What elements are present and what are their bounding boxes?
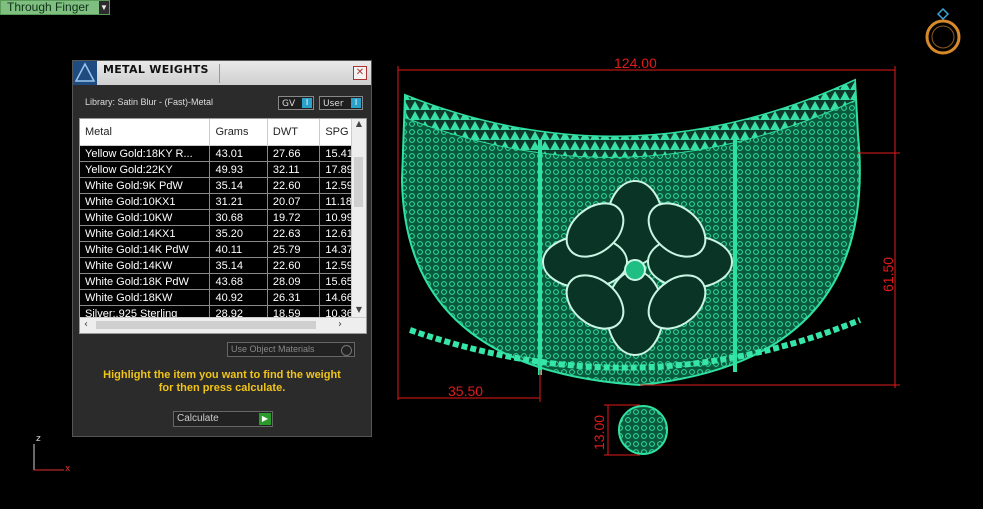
dim-small: 13.00 (591, 415, 607, 450)
play-arrow-icon: ▶ (259, 413, 271, 425)
instruction-line-1: Highlight the item you want to find the … (103, 369, 341, 381)
table-row[interactable]: Yellow Gold:22KY 49.93 32.11 17.89 (80, 161, 366, 178)
table-row[interactable]: White Gold:14K PdW 40.11 25.79 14.37 (80, 241, 366, 258)
scroll-right-icon[interactable]: › (338, 319, 342, 330)
instruction-text: Highlight the item you want to find the … (73, 369, 371, 395)
dim-height: 61.50 (880, 257, 896, 292)
table-row[interactable]: White Gold:9K PdW 35.14 22.60 12.59 (80, 177, 366, 194)
cell-metal[interactable]: Yellow Gold:18KY R... (80, 145, 211, 162)
toggle-knob-icon: I (351, 98, 361, 108)
cell-metal[interactable]: White Gold:18KW (80, 289, 211, 306)
user-toggle-label: User (323, 99, 344, 109)
cell-metal[interactable]: White Gold:14K PdW (80, 241, 211, 258)
close-icon[interactable]: ✕ (353, 66, 367, 80)
col-header-grams[interactable]: Grams (209, 119, 268, 146)
calculate-button[interactable]: Calculate ▶ (173, 411, 273, 427)
horizontal-scrollbar[interactable]: ‹ › (80, 317, 366, 333)
cell-grams[interactable]: 35.14 (209, 257, 268, 274)
table-row[interactable]: White Gold:18K PdW 43.68 28.09 15.65 (80, 273, 366, 290)
table-row[interactable]: Yellow Gold:18KY R... 43.01 27.66 15.41 (80, 145, 366, 162)
table-row[interactable]: White Gold:18KW 40.92 26.31 14.66 (80, 289, 366, 306)
table-row[interactable]: White Gold:14KX1 35.20 22.63 12.61 (80, 225, 366, 242)
panel-titlebar[interactable]: METAL WEIGHTS ✕ (73, 61, 371, 85)
cell-dwt[interactable]: 19.72 (267, 209, 321, 226)
scroll-left-icon[interactable]: ‹ (84, 319, 88, 330)
toggle-knob-icon: I (302, 98, 312, 108)
axis-indicator: z x (30, 434, 80, 474)
dim-offset: 35.50 (448, 383, 483, 399)
vertical-scrollbar[interactable]: ▲ ▼ (351, 119, 366, 318)
cell-metal[interactable]: White Gold:18K PdW (80, 273, 211, 290)
cell-dwt[interactable]: 27.66 (267, 145, 321, 162)
cell-metal[interactable]: White Gold:10KX1 (80, 193, 211, 210)
cell-grams[interactable]: 31.21 (209, 193, 268, 210)
gv-toggle-label: GV (282, 99, 296, 109)
cell-dwt[interactable]: 22.60 (267, 257, 321, 274)
col-header-metal[interactable]: Metal (80, 119, 211, 146)
cell-dwt[interactable]: 28.09 (267, 273, 321, 290)
metal-table[interactable]: Metal Grams DWT SPG Yellow Gold:18KY R..… (79, 118, 367, 334)
cell-grams[interactable]: 35.14 (209, 177, 268, 194)
gv-toggle[interactable]: GV I (278, 96, 314, 110)
scroll-up-icon[interactable]: ▲ (352, 119, 366, 128)
cell-metal[interactable]: Yellow Gold:22KY (80, 161, 211, 178)
cell-grams[interactable]: 43.68 (209, 273, 268, 290)
cell-metal[interactable]: White Gold:14KX1 (80, 225, 211, 242)
cell-metal[interactable]: White Gold:14KW (80, 257, 211, 274)
calculate-label: Calculate (177, 413, 219, 424)
metal-weights-panel: METAL WEIGHTS ✕ Library: Satin Blur - (F… (72, 60, 372, 437)
table-row[interactable]: White Gold:14KW 35.14 22.60 12.59 (80, 257, 366, 274)
cell-dwt[interactable]: 20.07 (267, 193, 321, 210)
cell-dwt[interactable]: 32.11 (267, 161, 321, 178)
dim-width: 124.00 (614, 55, 657, 71)
library-label: Library: Satin Blur - (Fast)-Metal (85, 97, 214, 107)
table-row[interactable]: White Gold:10KW 30.68 19.72 10.99 (80, 209, 366, 226)
use-object-materials-toggle[interactable]: Use Object Materials (227, 342, 355, 357)
cell-dwt[interactable]: 22.63 (267, 225, 321, 242)
cell-grams[interactable]: 30.68 (209, 209, 268, 226)
axis-arrows-icon (33, 444, 64, 471)
panel-title: METAL WEIGHTS (103, 63, 209, 76)
use-object-materials-label: Use Object Materials (231, 344, 315, 354)
cell-dwt[interactable]: 22.60 (267, 177, 321, 194)
axis-x-label: x (65, 464, 71, 474)
vertical-scroll-thumb[interactable] (354, 157, 363, 207)
cell-metal[interactable]: White Gold:10KW (80, 209, 211, 226)
app-logo-icon (73, 61, 97, 85)
cell-grams[interactable]: 35.20 (209, 225, 268, 242)
user-toggle[interactable]: User I (319, 96, 363, 110)
radio-knob-icon (341, 345, 352, 356)
col-header-dwt[interactable]: DWT (267, 119, 321, 146)
table-row[interactable]: White Gold:10KX1 31.21 20.07 11.18 (80, 193, 366, 210)
cell-dwt[interactable]: 26.31 (267, 289, 321, 306)
cell-grams[interactable]: 40.11 (209, 241, 268, 258)
instruction-line-2: for then press calculate. (158, 382, 286, 394)
cell-dwt[interactable]: 25.79 (267, 241, 321, 258)
cell-metal[interactable]: White Gold:9K PdW (80, 177, 211, 194)
cell-grams[interactable]: 43.01 (209, 145, 268, 162)
side-view-ornament (618, 405, 668, 455)
cell-grams[interactable]: 49.93 (209, 161, 268, 178)
scroll-down-icon[interactable]: ▼ (352, 305, 366, 314)
horizontal-scroll-thumb[interactable] (96, 321, 316, 329)
cell-grams[interactable]: 40.92 (209, 289, 268, 306)
title-separator (219, 64, 220, 83)
